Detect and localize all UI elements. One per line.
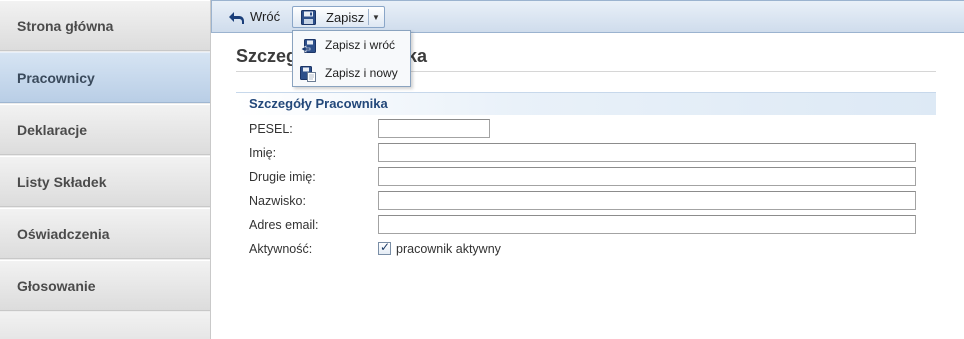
menu-item-save-and-new[interactable]: Zapisz i nowy — [293, 60, 410, 87]
chevron-down-icon[interactable]: ▼ — [372, 7, 380, 29]
middle-name-label: Drugie imię: — [249, 170, 316, 184]
sidebar: Strona główna Pracownicy Deklaracje List… — [0, 0, 211, 339]
menu-item-label: Zapisz i nowy — [325, 66, 398, 80]
menu-item-label: Zapisz i wróć — [325, 38, 396, 52]
pesel-field[interactable] — [378, 119, 490, 138]
toolbar: Wróć Zapisz ▼ — [211, 0, 964, 33]
sidebar-filler — [0, 312, 210, 339]
save-dropdown-menu: Zapisz i wróć Zapisz i nowy — [292, 30, 411, 87]
sidebar-item-oswiadczenia[interactable]: Oświadczenia — [0, 208, 210, 259]
floppy-disk-icon — [301, 10, 316, 25]
menu-item-save-and-back[interactable]: Zapisz i wróć — [293, 32, 410, 59]
back-button[interactable]: Wróć — [228, 6, 280, 28]
sidebar-item-deklaracje[interactable]: Deklaracje — [0, 104, 210, 155]
active-label: Aktywność: — [249, 242, 313, 256]
checkmark-icon: ✓ — [380, 240, 391, 254]
save-split-button[interactable]: Zapisz ▼ — [292, 6, 385, 28]
back-label: Wróć — [250, 9, 281, 24]
active-checkbox-label[interactable]: pracownik aktywny — [396, 242, 501, 256]
sidebar-item-listy-skladek[interactable]: Listy Składek — [0, 156, 210, 207]
save-label: Zapisz — [326, 10, 365, 25]
first-name-field[interactable] — [378, 143, 916, 162]
email-label: Adres email: — [249, 218, 319, 232]
split-divider — [368, 9, 369, 25]
sidebar-item-strona-glowna[interactable]: Strona główna — [0, 0, 210, 51]
section-header: Szczegóły Pracownika — [236, 92, 936, 115]
section-title: Szczegóły Pracownika — [249, 96, 388, 111]
sidebar-item-pracownicy[interactable]: Pracownicy — [0, 52, 210, 103]
pesel-label: PESEL: — [249, 122, 293, 136]
save-and-back-icon — [300, 39, 316, 53]
sidebar-item-glosowanie[interactable]: Głosowanie — [0, 260, 210, 311]
back-arrow-icon — [229, 11, 244, 24]
last-name-field[interactable] — [378, 191, 916, 210]
first-name-label: Imię: — [249, 146, 277, 160]
middle-name-field[interactable] — [378, 167, 916, 186]
save-and-new-icon — [300, 66, 316, 82]
app-window: Strona główna Pracownicy Deklaracje List… — [0, 0, 964, 339]
email-field[interactable] — [378, 215, 916, 234]
last-name-label: Nazwisko: — [249, 194, 306, 208]
active-checkbox[interactable]: ✓ — [378, 240, 391, 255]
